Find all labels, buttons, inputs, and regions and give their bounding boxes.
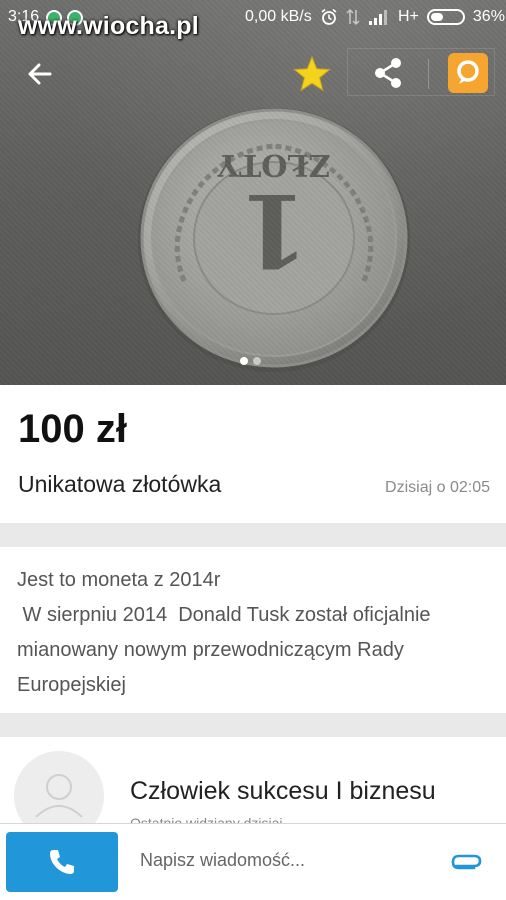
listing-photo[interactable]: 3:16 www.wiocha.pl 0,00 kB/s H+ 36% ZŁOT… [0,0,506,385]
network-type: H+ [398,8,419,25]
status-bar: 3:16 www.wiocha.pl 0,00 kB/s H+ 36% [0,0,506,40]
battery-icon [426,9,465,25]
description-line: W sierpniu 2014 Donald Tusk został oficj… [17,604,431,626]
watermark: www.wiocha.pl [18,12,199,40]
coin-numeral: 1 [239,171,309,289]
phone-icon [50,850,74,874]
status-icons: H+ 36% [320,8,505,26]
orange-chat-icon [457,60,479,84]
signal-icon [369,10,387,25]
listing-title: Unikatowa złotówka [18,471,222,497]
share-button[interactable] [368,53,408,93]
star-icon [293,55,331,92]
action-group [347,48,495,96]
coin-image: ZŁOTY 1 [136,106,412,379]
pager-dot [253,357,261,365]
listing-price: 100 zł [18,407,127,451]
description-line: Europejskiej [17,674,126,696]
network-speed: 0,00 kB/s [245,8,312,25]
chat-app-button[interactable] [448,53,488,93]
share-icon [375,58,401,88]
description-line: Jest to moneta z 2014r [17,569,221,591]
seller-card[interactable]: Człowiek sukcesu I biznesu Ostatnio widz… [0,737,506,841]
back-button[interactable] [20,54,60,94]
favorite-button[interactable] [290,52,334,96]
attach-icon [451,854,482,870]
message-input[interactable]: Napisz wiadomość... [140,850,305,871]
call-button[interactable] [6,832,118,892]
listing-description: Jest to moneta z 2014r W sierpniu 2014 D… [17,563,497,703]
listing-date: Dzisiaj o 02:05 [385,479,490,496]
battery-level: 36% [472,8,505,25]
description-line: mianowany nowym przewodniczącym Rady [17,639,404,661]
alarm-icon [321,8,337,25]
listing-header-card: 100 zł Unikatowa złotówka Dzisiaj o 02:0… [0,385,506,523]
back-arrow-icon [28,63,52,85]
seller-name[interactable]: Człowiek sukcesu I biznesu [130,777,436,806]
data-arrows-icon [346,8,360,26]
contact-bar: Napisz wiadomość... [0,823,506,900]
attach-button[interactable] [450,848,484,876]
divider [428,59,429,89]
description-card: Jest to moneta z 2014r W sierpniu 2014 D… [0,547,506,713]
coin-text: ZŁOTY [217,147,331,182]
photo-pager [240,357,261,365]
pager-dot-active [240,357,248,365]
